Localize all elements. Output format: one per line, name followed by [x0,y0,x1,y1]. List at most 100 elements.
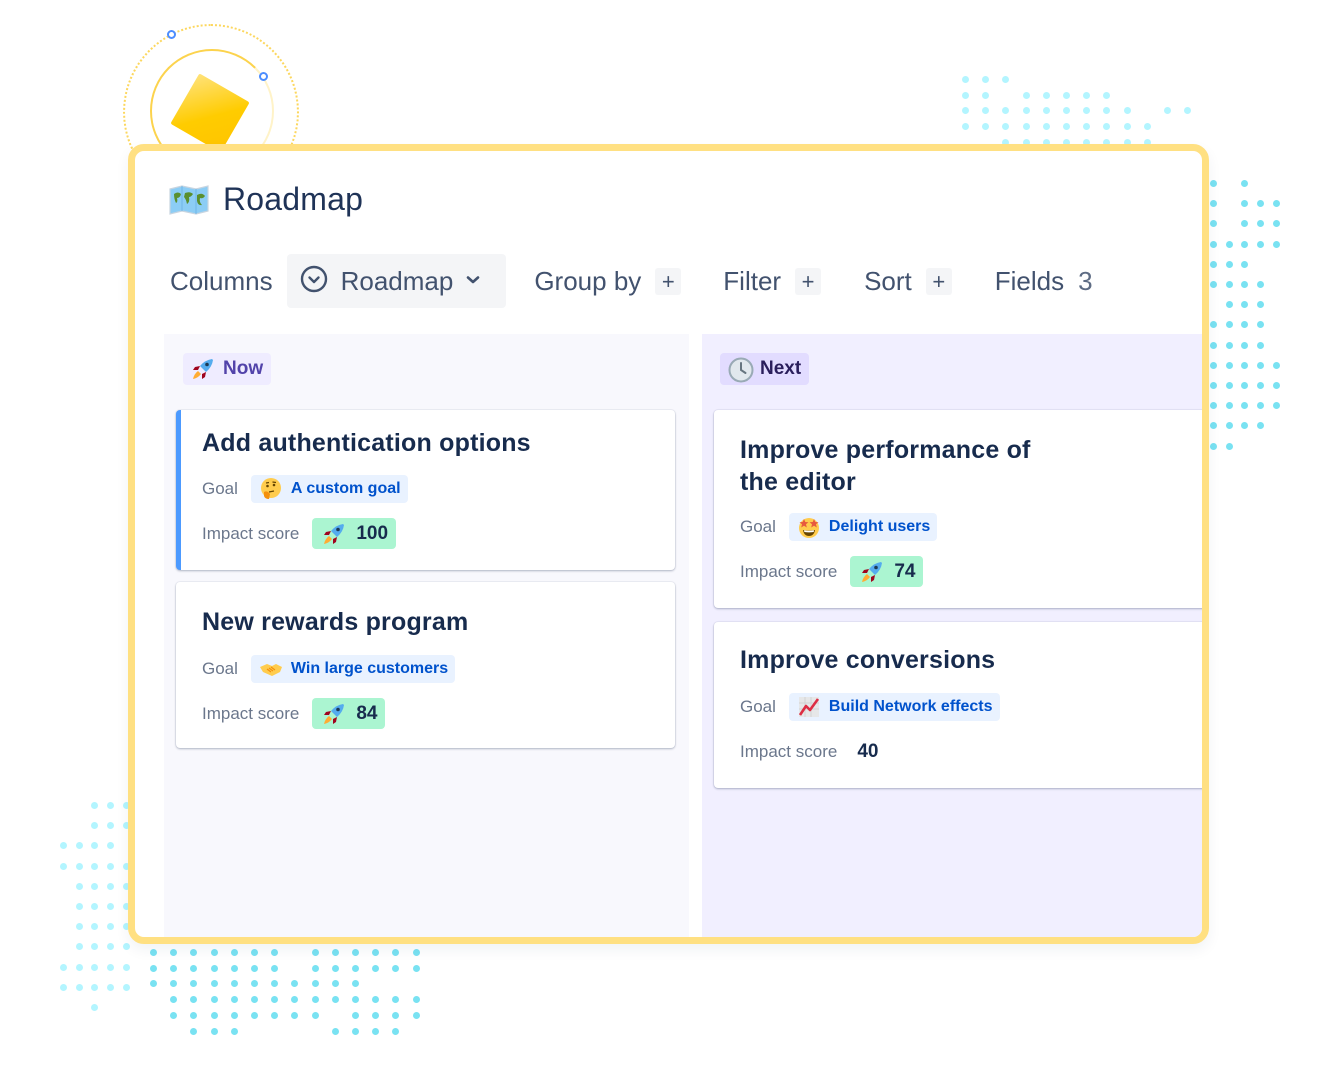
decorative-dot [1210,442,1217,450]
decorative-dot [1241,361,1249,369]
goal-label: Goal [202,658,238,678]
decorative-dot [372,964,380,972]
decorative-dot [1103,107,1111,115]
decorative-dot [1225,240,1233,248]
goal-pill[interactable]: Build Network effects [788,692,1000,721]
card-improve-conversions[interactable]: Improve conversions Goal Build Network e… [714,622,1202,788]
page-header: Roadmap [169,181,363,218]
decorative-dot [1225,361,1233,369]
decorative-dot [91,903,99,910]
decorative-dot [91,923,99,931]
decorative-dot [190,1011,198,1019]
impact-field: Impact score 100 [202,518,649,549]
column-header-now[interactable]: Now [183,353,272,385]
decorative-dot [1210,240,1217,248]
sort-add-button[interactable]: + [925,267,952,295]
goal-field: Goal A custom goal [202,473,649,504]
decorative-dot [1225,442,1233,450]
card-improve-performance-of-the-editor[interactable]: Improve performance of the editor Goal D… [714,410,1202,608]
card-new-rewards-program[interactable]: New rewards program Goal Win large custo… [176,582,675,748]
decorative-dot [1225,260,1233,268]
decorative-dot [271,964,279,972]
decorative-dot [150,964,157,972]
decorative-dot [1257,220,1265,228]
decorative-dot [107,842,115,850]
decorative-dot [1241,402,1249,410]
decorative-dot [1164,107,1171,115]
decorative-dot [1210,200,1217,208]
column-now: Now Add authentication options Goal A cu… [164,334,689,937]
decorative-dot [230,980,238,988]
decorative-dot [1272,240,1280,248]
decorative-dot [251,980,258,988]
group-by-add-button[interactable]: + [655,267,682,295]
decorative-dot [1225,301,1233,309]
goal-pill[interactable]: Delight users [788,512,938,541]
page-title: Roadmap [223,181,364,217]
decorative-dot [1272,220,1280,228]
decorative-dot [271,1011,279,1019]
decorative-dot [210,949,218,956]
impact-score-pill: 84 [312,698,386,729]
decorative-dot [190,964,198,972]
decorative-dot [75,943,83,951]
rocket-icon [322,522,346,546]
decorative-dot [1103,91,1111,99]
columns-select[interactable]: Roadmap [286,254,507,308]
decorative-dot [210,1027,218,1035]
decorative-dot [1042,123,1050,131]
filter-add-button[interactable]: + [795,267,822,295]
decorative-dot [1241,341,1249,349]
decorative-dot [107,903,115,910]
decorative-dot [1241,180,1249,187]
decorative-dot [230,996,238,1004]
decorative-dot [1083,107,1091,115]
goal-field: Goal Build Network effects [740,691,1202,722]
decorative-dot [412,996,420,1004]
fields-button[interactable]: Fields 3 [995,266,1093,297]
decorative-dot [107,862,115,870]
decorative-dot [271,980,279,988]
goal-label: Goal [202,478,238,498]
impact-field: Impact score 74 [740,556,1202,587]
decorative-dot [230,949,238,956]
decorative-dot [1241,382,1249,389]
decorative-dot [982,91,990,99]
impact-field: Impact score 40 [740,736,1202,767]
decorative-dot [1241,240,1249,248]
card-add-authentication-options[interactable]: Add authentication options Goal A custom… [176,410,675,570]
goal-pill[interactable]: Win large customers [250,654,456,683]
decorative-dot [392,949,400,956]
chevron-down-icon [466,272,480,290]
decorative-dot [1184,107,1192,115]
decorative-dot [1225,341,1233,349]
decorative-dot [1042,91,1050,99]
impact-score-pill: 74 [850,556,924,587]
decorative-dot [1241,301,1249,309]
decorative-dot [271,949,279,956]
column-header-next[interactable]: Next [720,353,810,385]
decorative-dot [412,949,420,956]
decorative-dot [170,964,178,972]
decorative-dot [1083,123,1091,131]
goal-label: Goal [740,696,776,716]
decorative-dot [352,964,359,972]
decorative-dot [60,862,67,870]
app-window: Roadmap Columns Roadmap Group by + Filte… [128,144,1209,944]
decorative-dot [1225,281,1233,288]
decorative-dot [107,983,115,991]
decorative-dot [75,903,83,910]
decorative-dot [392,1027,400,1035]
decorative-dot [75,923,83,931]
goal-pill[interactable]: A custom goal [250,474,408,503]
decorative-dot [1225,402,1233,410]
decorative-dot [1257,281,1265,288]
decorative-dot [1241,422,1249,430]
decorative-dot [75,882,83,890]
decorative-dot [230,1011,238,1019]
column-next: Next Improve performance of the editor G… [702,334,1202,937]
decorative-dot [230,1027,238,1035]
decorative-dot [91,1004,99,1011]
decorative-dot [230,964,238,972]
decorative-dot [60,963,67,971]
